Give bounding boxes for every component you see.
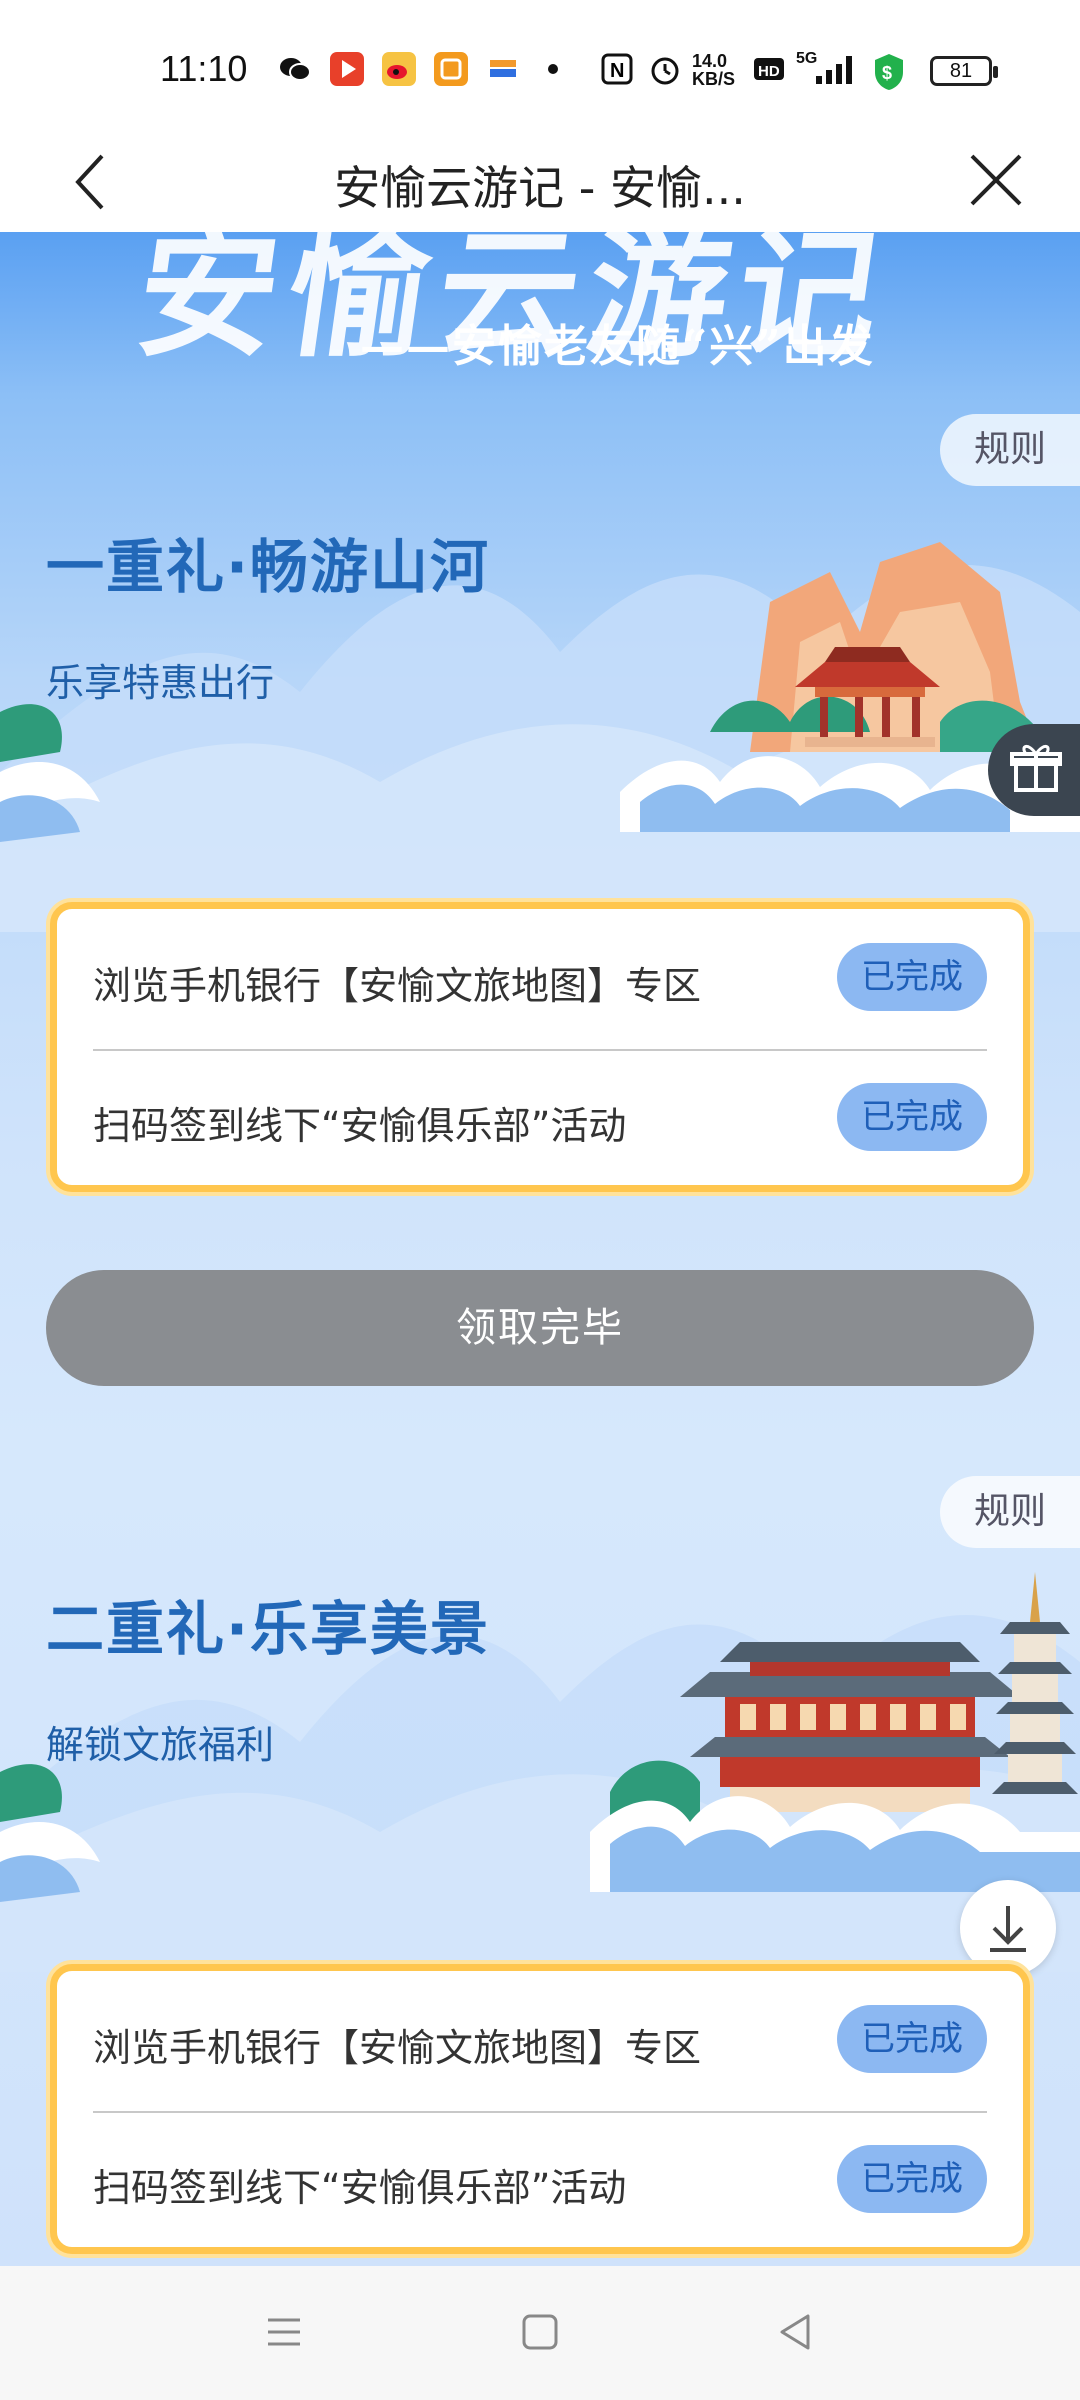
task-row[interactable]: 扫码签到线下“安愉俱乐部”活动 已完成 bbox=[57, 1049, 1023, 1189]
task-row[interactable]: 扫码签到线下“安愉俱乐部”活动 已完成 bbox=[57, 2111, 1023, 2251]
section2-title: 二重礼·乐享美景 bbox=[46, 1595, 491, 1663]
status-time: 11:10 bbox=[160, 48, 248, 89]
task-card-1: 浏览手机银行【安愉文旅地图】专区 已完成 扫码签到线下“安愉俱乐部”活动 已完成 bbox=[50, 902, 1030, 1192]
task-status-badge[interactable]: 已完成 bbox=[837, 2145, 987, 2213]
task-label: 浏览手机银行【安愉文旅地图】专区 bbox=[93, 2026, 702, 2070]
task-label: 扫码签到线下“安愉俱乐部”活动 bbox=[93, 1104, 627, 1148]
signal-icon bbox=[812, 52, 860, 86]
task-row[interactable]: 浏览手机银行【安愉文旅地图】专区 已完成 bbox=[57, 1971, 1023, 2113]
section1-title: 一重礼·畅游山河 bbox=[46, 533, 491, 601]
download-icon bbox=[990, 1906, 1026, 1952]
page-content[interactable]: 安愉云游记 ——安愉老友随“兴”出发 规则 一重礼·畅游山河 乐享特惠出行 浏览… bbox=[0, 232, 1080, 2266]
task-status-badge[interactable]: 已完成 bbox=[837, 2005, 987, 2073]
gift-button[interactable] bbox=[988, 724, 1080, 816]
back-nav-icon bbox=[780, 2314, 810, 2350]
download-button[interactable] bbox=[960, 1880, 1056, 1976]
weibo-icon bbox=[382, 52, 416, 86]
home-icon bbox=[522, 2314, 558, 2350]
status-bar: 11:10 N 14.0 KB/S HD 5G $ 81 bbox=[0, 0, 1080, 130]
dot-icon bbox=[548, 64, 558, 74]
video-app-icon bbox=[330, 52, 364, 86]
task-label: 浏览手机银行【安愉文旅地图】专区 bbox=[93, 964, 702, 1008]
claim-button[interactable]: 领取完毕 bbox=[46, 1270, 1034, 1386]
back-button[interactable] bbox=[62, 142, 142, 222]
svg-text:HD: HD bbox=[758, 63, 780, 80]
rules-tab-2[interactable]: 规则 bbox=[940, 1476, 1080, 1548]
page-title: 安愉云游记 - 安愉... bbox=[334, 161, 746, 215]
task-card-2: 浏览手机银行【安愉文旅地图】专区 已完成 扫码签到线下“安愉俱乐部”活动 已完成 bbox=[50, 1964, 1030, 2254]
menu-nav-button[interactable] bbox=[254, 2302, 314, 2362]
system-nav-bar bbox=[0, 2266, 1080, 2400]
banner-subtitle: ——安愉老友随“兴”出发 bbox=[360, 321, 875, 372]
nfc-icon: N bbox=[600, 52, 634, 86]
back-icon bbox=[75, 154, 104, 210]
task-status-badge[interactable]: 已完成 bbox=[837, 943, 987, 1011]
task-row[interactable]: 浏览手机银行【安愉文旅地图】专区 已完成 bbox=[57, 909, 1023, 1051]
svg-text:N: N bbox=[610, 60, 624, 82]
shop-app-icon bbox=[434, 52, 468, 86]
wallet-app-icon bbox=[486, 52, 520, 86]
battery-indicator: 81 bbox=[930, 56, 998, 86]
security-shield-icon: $ bbox=[872, 52, 906, 90]
task-status-badge[interactable]: 已完成 bbox=[837, 1083, 987, 1151]
title-bar: 安愉云游记 - 安愉... bbox=[0, 130, 1080, 232]
rules-tab-1[interactable]: 规则 bbox=[940, 414, 1080, 486]
alarm-icon bbox=[648, 52, 682, 86]
palace-illustration bbox=[590, 1572, 1080, 1892]
wave-left-illustration-2 bbox=[0, 1764, 100, 1902]
close-icon bbox=[970, 154, 1022, 206]
close-button[interactable] bbox=[958, 142, 1038, 222]
svg-text:$: $ bbox=[882, 63, 892, 83]
net-speed: 14.0 KB/S bbox=[692, 51, 736, 89]
gift-icon bbox=[1010, 745, 1062, 792]
task-label: 扫码签到线下“安愉俱乐部”活动 bbox=[93, 2166, 627, 2210]
wechat-icon bbox=[278, 52, 312, 86]
wave-left-illustration-1 bbox=[0, 704, 100, 842]
hd-icon: HD bbox=[752, 52, 786, 86]
back-nav-button[interactable] bbox=[766, 2302, 826, 2362]
home-nav-button[interactable] bbox=[510, 2302, 570, 2362]
menu-icon bbox=[268, 2318, 300, 2346]
